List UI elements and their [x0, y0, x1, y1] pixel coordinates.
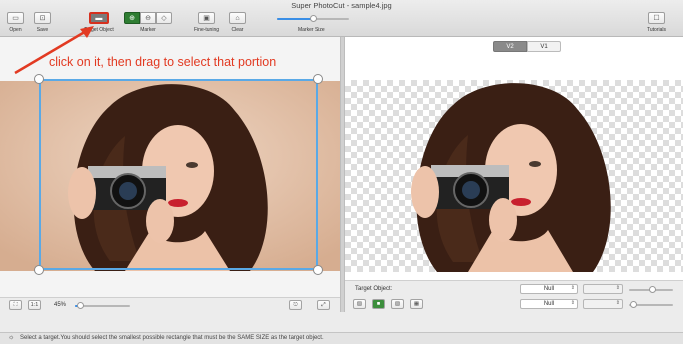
annotation-arrow-icon	[14, 26, 94, 75]
app-window: Super PhotoCut - sample4.jpg ▭ Open ⊡ Sa…	[0, 0, 683, 344]
